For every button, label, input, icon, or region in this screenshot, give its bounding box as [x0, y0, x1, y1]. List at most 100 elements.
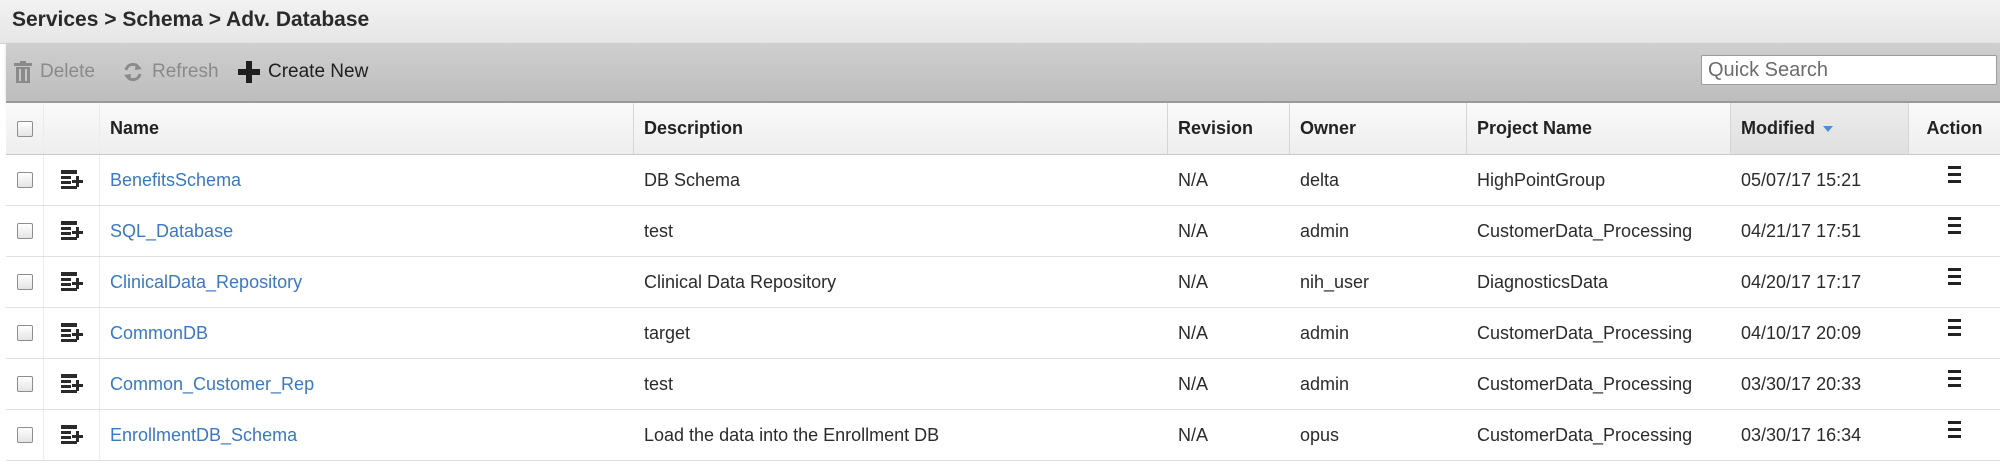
row-select-cell [6, 257, 44, 307]
row-revision: N/A [1178, 424, 1209, 445]
action-menu-icon[interactable] [1948, 420, 1961, 438]
column-header-project[interactable]: Project Name [1467, 103, 1731, 154]
row-name-cell: BenefitsSchema [100, 155, 634, 205]
table-row[interactable]: Common_Customer_Rep test N/A admin Custo… [6, 359, 2000, 410]
schema-add-icon[interactable] [60, 425, 83, 445]
row-type-cell [44, 308, 100, 358]
row-action-cell [1909, 359, 2000, 409]
trash-icon [14, 61, 32, 83]
row-action-cell [1909, 410, 2000, 460]
schema-add-icon[interactable] [60, 323, 83, 343]
schema-name-link[interactable]: Common_Customer_Rep [110, 374, 314, 395]
row-description: DB Schema [644, 169, 741, 190]
row-type-cell [44, 257, 100, 307]
row-modified: 04/10/17 20:09 [1741, 322, 1862, 343]
row-action-cell [1909, 257, 2000, 307]
delete-button[interactable]: Delete [14, 43, 95, 101]
row-checkbox[interactable] [16, 427, 33, 443]
row-owner: nih_user [1300, 271, 1370, 292]
column-header-name[interactable]: Name [100, 103, 634, 154]
icon-column-header [44, 103, 100, 154]
row-modified: 04/20/17 17:17 [1741, 271, 1862, 292]
column-header-owner[interactable]: Owner [1290, 103, 1467, 154]
row-owner: admin [1300, 322, 1350, 343]
row-project: CustomerData_Processing [1477, 322, 1693, 343]
modified-header-label: Modified [1741, 118, 1815, 138]
action-menu-icon[interactable] [1948, 318, 1961, 336]
refresh-button[interactable]: Refresh [122, 43, 219, 101]
schema-add-icon[interactable] [60, 221, 83, 241]
table-header: Name Description Revision Owner Project … [6, 103, 2000, 155]
row-project: HighPointGroup [1477, 169, 1606, 190]
row-checkbox[interactable] [16, 325, 33, 341]
schema-name-link[interactable]: ClinicalData_Repository [110, 272, 302, 293]
row-project: CustomerData_Processing [1477, 220, 1693, 241]
row-modified: 03/30/17 16:34 [1741, 424, 1862, 445]
column-header-description[interactable]: Description [634, 103, 1168, 154]
table-row[interactable]: BenefitsSchema DB Schema N/A delta HighP… [6, 155, 2000, 206]
schema-name-link[interactable]: CommonDB [110, 323, 208, 344]
row-name-cell: CommonDB [100, 308, 634, 358]
row-owner: opus [1300, 424, 1340, 445]
column-header-revision[interactable]: Revision [1168, 103, 1290, 154]
refresh-label: Refresh [152, 61, 219, 82]
row-select-cell [6, 308, 44, 358]
schema-add-icon[interactable] [60, 272, 83, 292]
table-body: BenefitsSchema DB Schema N/A delta HighP… [6, 155, 2000, 461]
schema-name-link[interactable]: EnrollmentDB_Schema [110, 425, 297, 446]
row-revision: N/A [1178, 220, 1209, 241]
row-checkbox[interactable] [16, 376, 33, 392]
row-project: CustomerData_Processing [1477, 424, 1693, 445]
row-action-cell [1909, 308, 2000, 358]
create-new-button[interactable]: Create New [238, 43, 368, 101]
action-menu-icon[interactable] [1948, 216, 1961, 234]
row-revision: N/A [1178, 373, 1209, 394]
select-all-checkbox[interactable] [16, 120, 33, 137]
row-select-cell [6, 410, 44, 460]
schema-add-icon[interactable] [60, 374, 83, 394]
select-all-cell [6, 103, 44, 154]
row-type-cell [44, 359, 100, 409]
action-menu-icon[interactable] [1948, 369, 1961, 387]
row-action-cell [1909, 206, 2000, 256]
schema-table: Name Description Revision Owner Project … [6, 103, 2000, 461]
table-row[interactable]: SQL_Database test N/A admin CustomerData… [6, 206, 2000, 257]
refresh-icon [124, 62, 142, 82]
table-row[interactable]: EnrollmentDB_Schema Load the data into t… [6, 410, 2000, 461]
breadcrumb-bar: Services > Schema > Adv. Database [0, 0, 2000, 44]
row-owner: admin [1300, 373, 1350, 394]
row-checkbox[interactable] [16, 274, 33, 290]
row-description: target [644, 322, 691, 343]
row-description: test [644, 220, 674, 241]
row-name-cell: ClinicalData_Repository [100, 257, 634, 307]
schema-add-icon[interactable] [60, 170, 83, 190]
plus-icon [238, 61, 260, 83]
row-owner: delta [1300, 169, 1340, 190]
row-name-cell: Common_Customer_Rep [100, 359, 634, 409]
delete-label: Delete [40, 61, 95, 82]
row-select-cell [6, 359, 44, 409]
schema-name-link[interactable]: SQL_Database [110, 221, 233, 242]
column-header-modified[interactable]: Modified [1731, 103, 1909, 154]
table-row[interactable]: ClinicalData_Repository Clinical Data Re… [6, 257, 2000, 308]
row-owner: admin [1300, 220, 1350, 241]
row-name-cell: EnrollmentDB_Schema [100, 410, 634, 460]
row-modified: 03/30/17 20:33 [1741, 373, 1862, 394]
schema-name-link[interactable]: BenefitsSchema [110, 170, 241, 191]
action-menu-icon[interactable] [1948, 267, 1961, 285]
row-revision: N/A [1178, 322, 1209, 343]
action-menu-icon[interactable] [1948, 165, 1961, 183]
row-modified: 04/21/17 17:51 [1741, 220, 1862, 241]
row-checkbox[interactable] [16, 223, 33, 239]
row-project: DiagnosticsData [1477, 271, 1609, 292]
row-revision: N/A [1178, 169, 1209, 190]
quick-search-input[interactable] [1701, 55, 1997, 85]
row-description: test [644, 373, 674, 394]
create-new-label: Create New [268, 61, 369, 82]
sort-descending-icon [1823, 125, 1833, 132]
row-checkbox[interactable] [16, 172, 33, 188]
row-description: Load the data into the Enrollment DB [644, 424, 940, 445]
row-description: Clinical Data Repository [644, 271, 837, 292]
table-row[interactable]: CommonDB target N/A admin CustomerData_P… [6, 308, 2000, 359]
row-select-cell [6, 155, 44, 205]
